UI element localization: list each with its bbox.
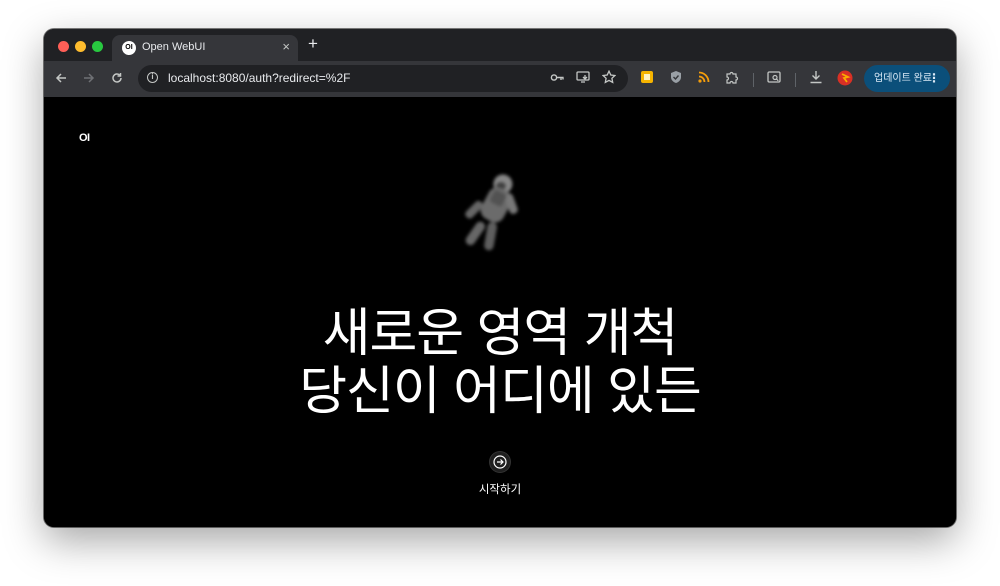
bookmark-star-icon[interactable] [601, 69, 617, 87]
update-button-label: 업데이트 완료 [874, 73, 932, 84]
tab-strip: OI Open WebUI × + [44, 29, 956, 61]
headline-line-1: 새로운 영역 개척 [322, 305, 679, 363]
tab-title: Open WebUI [142, 41, 206, 53]
page-content: OI 새로운 영역 개척 당신이 어디에 있든 시작하기 [44, 97, 956, 527]
close-window-button[interactable] [58, 41, 69, 52]
forward-arrow-icon[interactable] [79, 69, 99, 89]
toolbar-separator [753, 73, 754, 87]
update-complete-button[interactable]: 업데이트 완료 ⋮ [864, 65, 950, 92]
reload-icon[interactable] [107, 69, 127, 89]
install-app-icon[interactable] [576, 70, 590, 87]
browser-tab-active[interactable]: OI Open WebUI × [112, 35, 298, 61]
extension-yellow-icon[interactable] [638, 70, 656, 88]
password-key-icon[interactable] [550, 70, 565, 88]
extension-shield-icon[interactable] [667, 70, 685, 88]
toolbar-separator [795, 73, 796, 87]
app-logo: OI [79, 132, 90, 144]
minimize-window-button[interactable] [75, 41, 86, 52]
get-started-label[interactable]: 시작하기 [44, 481, 956, 497]
more-menu-icon[interactable]: ⋮ [928, 65, 940, 92]
browser-toolbar: i localhost:8080/auth?redirect=%2F 업데이트 … [44, 61, 956, 97]
extensions-puzzle-icon[interactable] [723, 70, 741, 88]
headline-line-2: 당신이 어디에 있든 [299, 363, 702, 421]
url-text[interactable]: localhost:8080/auth?redirect=%2F [168, 71, 350, 85]
rss-icon[interactable] [695, 70, 713, 88]
arrow-right-circle-icon [493, 455, 507, 469]
browser-window: OI Open WebUI × + i localhost:8080/auth?… [44, 29, 956, 527]
get-started-button[interactable] [490, 452, 510, 472]
tab-favicon-icon: OI [122, 41, 136, 55]
address-bar[interactable]: i localhost:8080/auth?redirect=%2F [138, 65, 628, 92]
download-icon[interactable] [807, 70, 825, 88]
profile-avatar-icon[interactable] [836, 70, 854, 88]
astronaut-illustration [465, 174, 518, 251]
back-arrow-icon[interactable] [51, 69, 71, 89]
new-tab-button[interactable]: + [308, 35, 318, 53]
tab-search-icon[interactable] [765, 70, 783, 88]
fullscreen-window-button[interactable] [92, 41, 103, 52]
tab-close-icon[interactable]: × [282, 39, 290, 54]
site-info-icon[interactable]: i [147, 72, 158, 83]
